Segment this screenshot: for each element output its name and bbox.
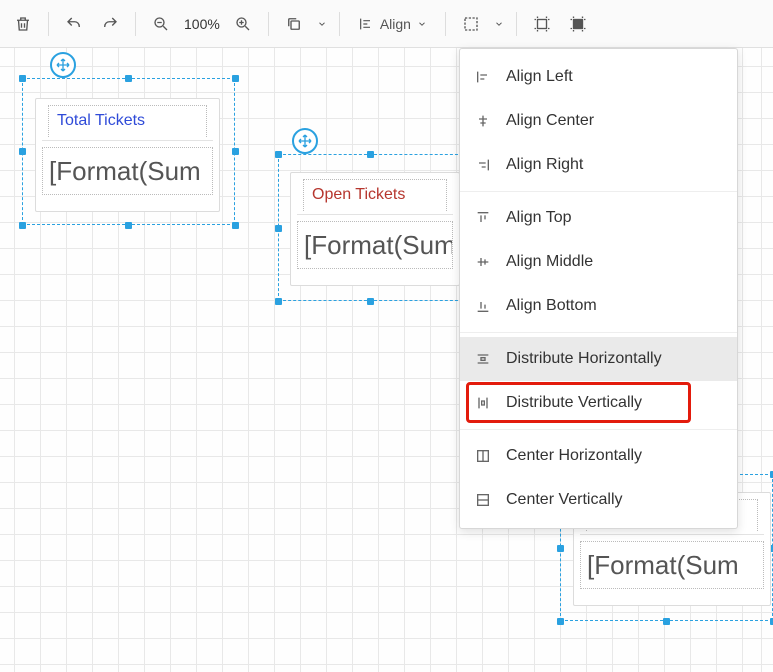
- redo-icon: [101, 15, 119, 33]
- selection-handle[interactable]: [367, 298, 374, 305]
- menu-label: Align Right: [506, 156, 583, 174]
- menu-label: Align Left: [506, 68, 573, 86]
- selection-handle[interactable]: [663, 618, 670, 625]
- artboard-icon: [533, 15, 551, 33]
- card-body: [Format(Sum: [42, 147, 213, 195]
- distribute-horizontal-icon: [474, 351, 492, 367]
- menu-center-vertically[interactable]: Center Vertically: [460, 478, 737, 522]
- menu-align-bottom[interactable]: Align Bottom: [460, 284, 737, 328]
- menu-align-middle[interactable]: Align Middle: [460, 240, 737, 284]
- selection-handle[interactable]: [557, 545, 564, 552]
- move-handle[interactable]: [50, 52, 76, 78]
- menu-distribute-horizontally[interactable]: Distribute Horizontally: [460, 337, 737, 381]
- select-dropdown-button[interactable]: [490, 7, 508, 41]
- toolbar-separator: [48, 12, 49, 36]
- align-button[interactable]: Align: [348, 7, 437, 41]
- menu-align-left[interactable]: Align Left: [460, 55, 737, 99]
- menu-align-right[interactable]: Align Right: [460, 143, 737, 187]
- selection-handle[interactable]: [275, 151, 282, 158]
- distribute-vertical-icon: [474, 395, 492, 411]
- copy-icon: [285, 15, 303, 33]
- menu-label: Align Center: [506, 112, 594, 130]
- selection-handle[interactable]: [275, 298, 282, 305]
- menu-distribute-vertically[interactable]: Distribute Vertically: [460, 381, 737, 425]
- selection-handle[interactable]: [232, 222, 239, 229]
- move-icon: [297, 133, 313, 149]
- artboard-button[interactable]: [525, 7, 559, 41]
- menu-align-center[interactable]: Align Center: [460, 99, 737, 143]
- card-title: Total Tickets: [48, 105, 207, 137]
- align-dropdown: Align Left Align Center Align Right Alig…: [459, 48, 738, 529]
- artboard-fill-button[interactable]: [561, 7, 595, 41]
- card-body: [Format(Sum: [297, 221, 453, 269]
- align-bottom-icon: [474, 298, 492, 314]
- selection-handle[interactable]: [232, 148, 239, 155]
- selection-handle[interactable]: [125, 222, 132, 229]
- copy-button[interactable]: [277, 7, 311, 41]
- menu-label: Align Top: [506, 209, 572, 227]
- toolbar-separator: [445, 12, 446, 36]
- align-right-icon: [474, 157, 492, 173]
- center-horizontal-icon: [474, 448, 492, 464]
- menu-separator: [460, 332, 737, 333]
- center-vertical-icon: [474, 492, 492, 508]
- menu-center-horizontally[interactable]: Center Horizontally: [460, 434, 737, 478]
- move-handle[interactable]: [292, 128, 318, 154]
- selection-handle[interactable]: [19, 75, 26, 82]
- selection-handle[interactable]: [232, 75, 239, 82]
- toolbar-separator: [135, 12, 136, 36]
- selection-handle[interactable]: [19, 148, 26, 155]
- zoom-in-button[interactable]: [226, 7, 260, 41]
- zoom-level: 100%: [180, 16, 224, 32]
- chevron-down-icon: [317, 19, 327, 29]
- menu-separator: [460, 429, 737, 430]
- delete-button[interactable]: [6, 7, 40, 41]
- selection-icon: [462, 15, 480, 33]
- menu-label: Center Vertically: [506, 491, 623, 509]
- trash-icon: [14, 15, 32, 33]
- zoom-out-icon: [152, 15, 170, 33]
- align-middle-icon: [474, 254, 492, 270]
- menu-label: Distribute Vertically: [506, 394, 642, 412]
- move-icon: [55, 57, 71, 73]
- align-left-icon: [358, 16, 374, 32]
- toolbar-separator: [516, 12, 517, 36]
- chevron-down-icon: [494, 19, 504, 29]
- report-card[interactable]: Total Tickets [Format(Sum: [35, 98, 220, 212]
- menu-label: Align Bottom: [506, 297, 597, 315]
- menu-label: Align Middle: [506, 253, 593, 271]
- menu-label: Center Horizontally: [506, 447, 642, 465]
- selection-handle[interactable]: [557, 618, 564, 625]
- menu-label: Distribute Horizontally: [506, 350, 662, 368]
- toolbar-separator: [339, 12, 340, 36]
- card-title: Open Tickets: [303, 179, 447, 211]
- selection-handle[interactable]: [19, 222, 26, 229]
- align-center-icon: [474, 113, 492, 129]
- zoom-out-button[interactable]: [144, 7, 178, 41]
- menu-align-top[interactable]: Align Top: [460, 196, 737, 240]
- copy-dropdown-button[interactable]: [313, 7, 331, 41]
- undo-button[interactable]: [57, 7, 91, 41]
- toolbar: 100% Align: [0, 0, 773, 48]
- undo-icon: [65, 15, 83, 33]
- selection-handle[interactable]: [275, 225, 282, 232]
- redo-button[interactable]: [93, 7, 127, 41]
- artboard-fill-icon: [569, 15, 587, 33]
- align-label: Align: [380, 16, 411, 32]
- report-card[interactable]: Open Tickets [Format(Sum: [290, 172, 460, 286]
- menu-separator: [460, 191, 737, 192]
- select-button[interactable]: [454, 7, 488, 41]
- align-top-icon: [474, 210, 492, 226]
- align-left-icon: [474, 69, 492, 85]
- card-body: [Format(Sum: [580, 541, 764, 589]
- zoom-in-icon: [234, 15, 252, 33]
- selection-handle[interactable]: [125, 75, 132, 82]
- selection-handle[interactable]: [367, 151, 374, 158]
- toolbar-separator: [268, 12, 269, 36]
- chevron-down-icon: [417, 19, 427, 29]
